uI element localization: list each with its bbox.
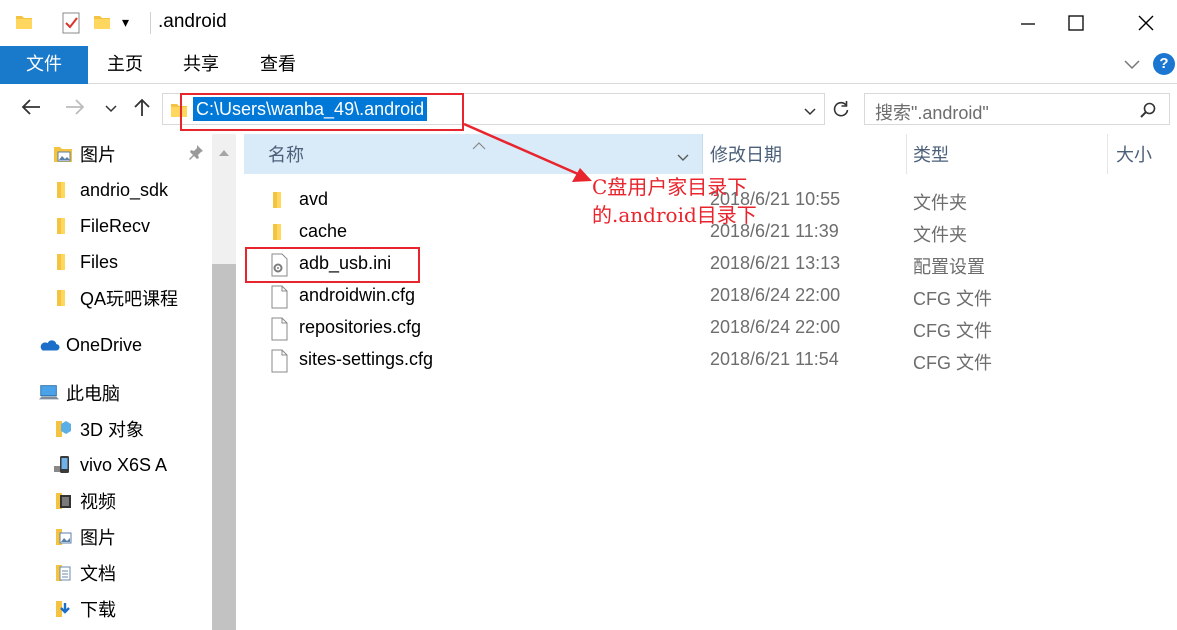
annotation-note: C盘用户家目录下 的.android目录下 — [592, 173, 757, 229]
annotation-line: C盘用户家目录下 — [592, 175, 748, 199]
annotation-arrow — [463, 122, 592, 182]
annotation-line: 的.android目录下 — [592, 203, 757, 227]
